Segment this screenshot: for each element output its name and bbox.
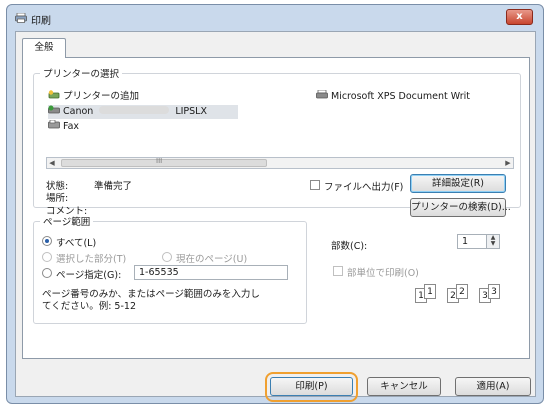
add-printer-icon (48, 90, 60, 99)
general-tab-panel: プリンターの選択 プリンターの追加 Microsoft XPS Document… (22, 57, 530, 359)
copies-input[interactable]: 1 (457, 234, 487, 249)
copies-label: 部数(C): (331, 241, 368, 252)
page-range-hint-2: てください。例: 5-12 (42, 301, 136, 312)
scroll-left-icon[interactable]: ◀ (47, 158, 57, 168)
close-button[interactable]: x (506, 9, 533, 25)
page-range-legend: ページ範囲 (43, 217, 91, 228)
radio-current-page[interactable] (162, 252, 172, 262)
printer-select-group: プリンターの選択 プリンターの追加 Microsoft XPS Document… (33, 66, 521, 217)
spin-down-icon[interactable]: ▼ (487, 241, 499, 247)
canon-prefix: Canon (63, 106, 94, 117)
radio-all-label: すべて(L) (56, 238, 97, 249)
scroll-grip: III (156, 157, 163, 165)
printer-icon (316, 90, 328, 99)
apply-button[interactable]: 適用(A) (455, 377, 531, 396)
scrollbar-thumb[interactable]: III (61, 157, 267, 167)
collate-page: 2 (456, 284, 468, 299)
window-title: 印刷 (31, 16, 51, 27)
print-button[interactable]: 印刷(P) (270, 377, 353, 396)
list-item-canon[interactable]: Canon LIPSLX (48, 105, 238, 119)
radio-selection[interactable] (42, 252, 52, 262)
collate-page: 1 (424, 284, 436, 299)
redacted-model-blur (99, 106, 170, 114)
cancel-button[interactable]: キャンセル (367, 377, 441, 396)
fax-label: Fax (63, 121, 80, 132)
radio-pages-label: ページ指定(G): (56, 270, 122, 281)
pages-input[interactable]: 1-65535 (134, 265, 288, 280)
collate-checkbox[interactable] (333, 266, 343, 276)
print-to-file-checkbox[interactable] (310, 180, 320, 190)
xps-label: Microsoft XPS Document Writ (331, 91, 471, 102)
canon-model: LIPSLX (175, 106, 207, 117)
tab-general[interactable]: 全般 (22, 38, 66, 58)
radio-selection-label: 選択した部分(T) (56, 254, 127, 265)
printer-icon (15, 13, 27, 23)
list-item-fax[interactable]: Fax (48, 120, 79, 134)
printer-list-scrollbar[interactable]: ◀ III ▶ (46, 157, 514, 169)
print-to-file-label: ファイルへ出力(F) (324, 182, 404, 193)
list-item-xps[interactable]: Microsoft XPS Document Writ (316, 90, 470, 104)
radio-all[interactable] (42, 236, 52, 246)
print-dialog: 印刷 x 全般 プリンターの選択 プリンターの追加 Microsoft XPS … (6, 4, 544, 404)
collate-page: 3 (488, 284, 500, 299)
default-printer-icon (48, 105, 60, 114)
copies-spinner[interactable]: ▲ ▼ (486, 234, 500, 249)
list-item-add-printer[interactable]: プリンターの追加 (48, 90, 139, 104)
scroll-right-icon[interactable]: ▶ (503, 158, 513, 168)
find-printer-button[interactable]: プリンターの検索(D)... (410, 198, 511, 217)
printer-select-legend: プリンターの選択 (43, 69, 120, 80)
location-label: 場所: (46, 193, 69, 204)
dialog-client: 全般 プリンターの選択 プリンターの追加 Microsoft XPS Docum… (15, 31, 536, 397)
collate-label: 部単位で印刷(O) (347, 268, 419, 279)
title-bar: 印刷 x (7, 5, 543, 31)
fax-icon (48, 120, 60, 129)
radio-current-page-label: 現在のページ(U) (176, 254, 248, 265)
status-value: 準備完了 (94, 181, 133, 192)
preferences-button[interactable]: 詳細設定(R) (410, 174, 506, 193)
radio-pages[interactable] (42, 268, 52, 278)
page-range-group: ページ範囲 すべて(L) 選択した部分(T) 現在のページ(U) ページ指定(G… (33, 214, 307, 324)
add-printer-label: プリンターの追加 (63, 91, 140, 102)
